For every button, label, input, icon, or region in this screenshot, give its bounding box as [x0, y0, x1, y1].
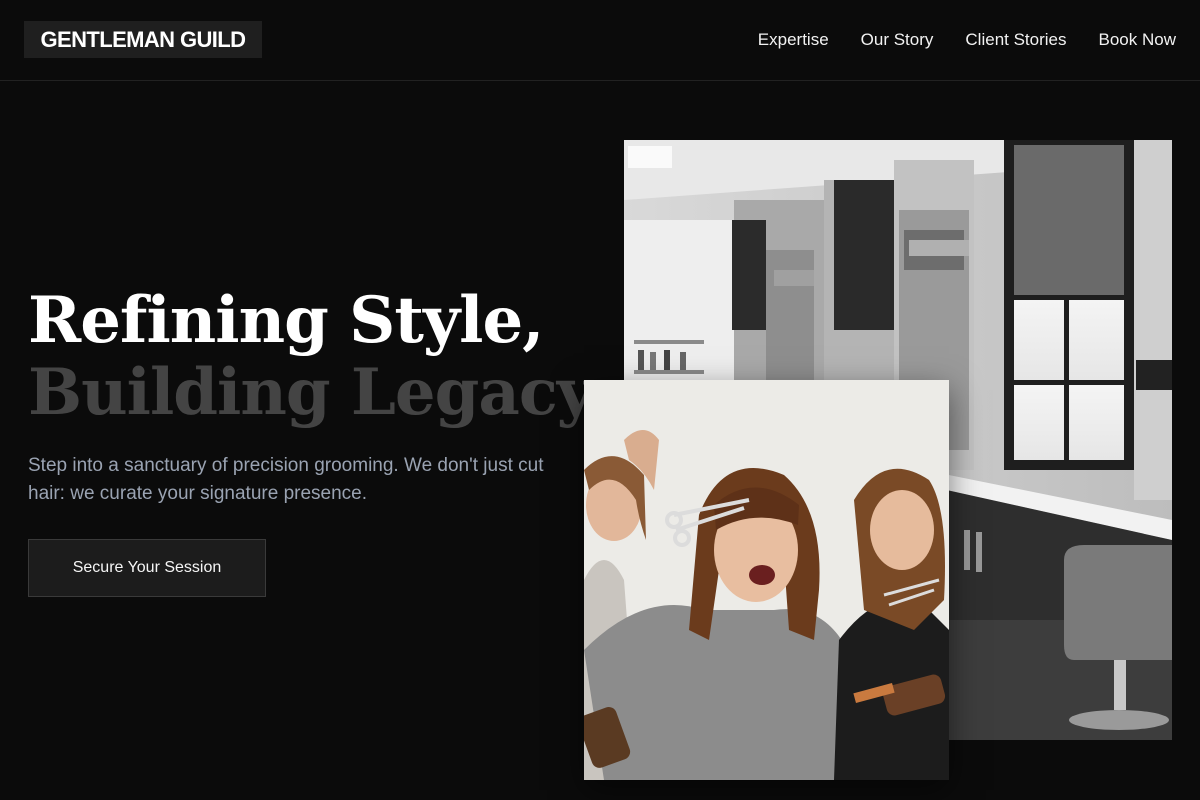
navbar: GENTLEMAN GUILD Expertise Our Story Clie… — [0, 0, 1200, 81]
hero-subtext: Step into a sanctuary of precision groom… — [28, 455, 544, 504]
secure-session-button[interactable]: Secure Your Session — [28, 539, 266, 597]
hero-headline: Refining Style, Building Legacy. — [28, 283, 608, 430]
headline-line-1: Refining Style, — [28, 283, 544, 358]
nav-link-client-stories[interactable]: Client Stories — [965, 29, 1066, 51]
nav-link-expertise[interactable]: Expertise — [758, 29, 829, 51]
stylists-photo — [584, 380, 949, 780]
nav-link-our-story[interactable]: Our Story — [861, 29, 934, 51]
brand-logo[interactable]: GENTLEMAN GUILD — [24, 21, 262, 58]
nav-link-book-now[interactable]: Book Now — [1099, 29, 1176, 51]
main-nav: Expertise Our Story Client Stories Book … — [758, 29, 1176, 51]
headline-line-2: Building Legacy. — [28, 355, 608, 430]
